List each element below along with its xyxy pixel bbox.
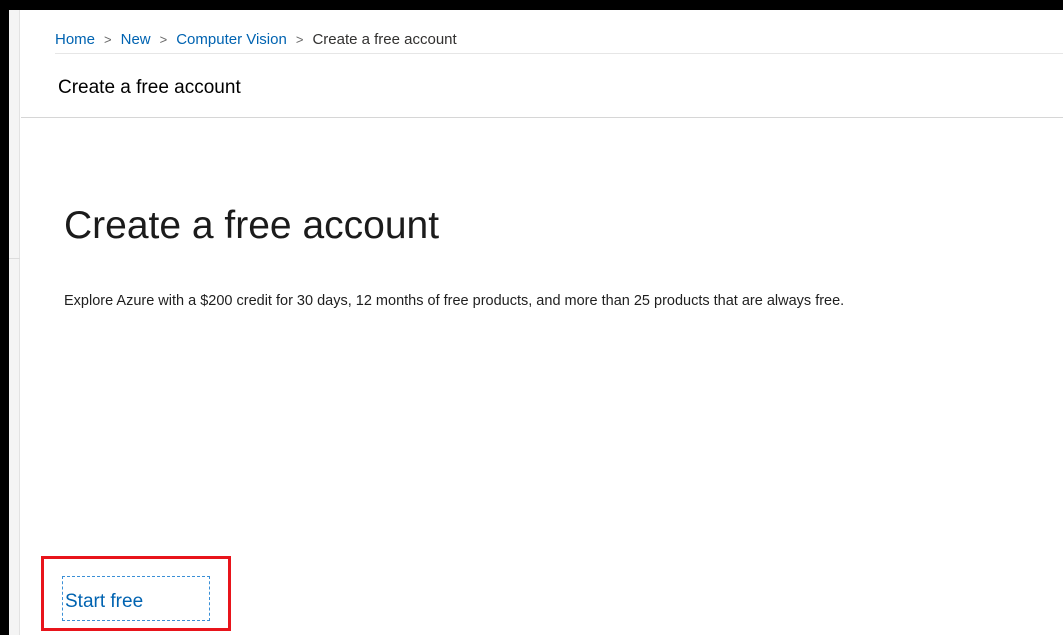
offer-description: Explore Azure with a $200 credit for 30 … [64,293,845,309]
screenshot-border-left [0,0,9,635]
screenshot-border-top [0,0,1063,10]
blade-header: Home > New > Computer Vision > Create a … [21,10,1063,118]
breadcrumb-current: Create a free account [312,30,457,48]
breadcrumb-separator-icon: > [159,31,168,47]
page-heading: Create a free account [64,204,440,247]
left-panel-divider [9,258,20,259]
left-panel-edge [9,10,20,635]
breadcrumb-home-link[interactable]: Home [55,31,95,48]
header-divider [55,53,1063,54]
breadcrumb-new-link[interactable]: New [121,31,151,48]
breadcrumb-computer-vision-link[interactable]: Computer Vision [176,31,287,48]
breadcrumb-separator-icon: > [104,31,112,47]
breadcrumb: Home > New > Computer Vision > Create a … [55,29,457,49]
start-free-button[interactable]: Start free [62,576,210,621]
breadcrumb-separator-icon: > [295,31,304,47]
blade-title: Create a free account [58,77,241,98]
